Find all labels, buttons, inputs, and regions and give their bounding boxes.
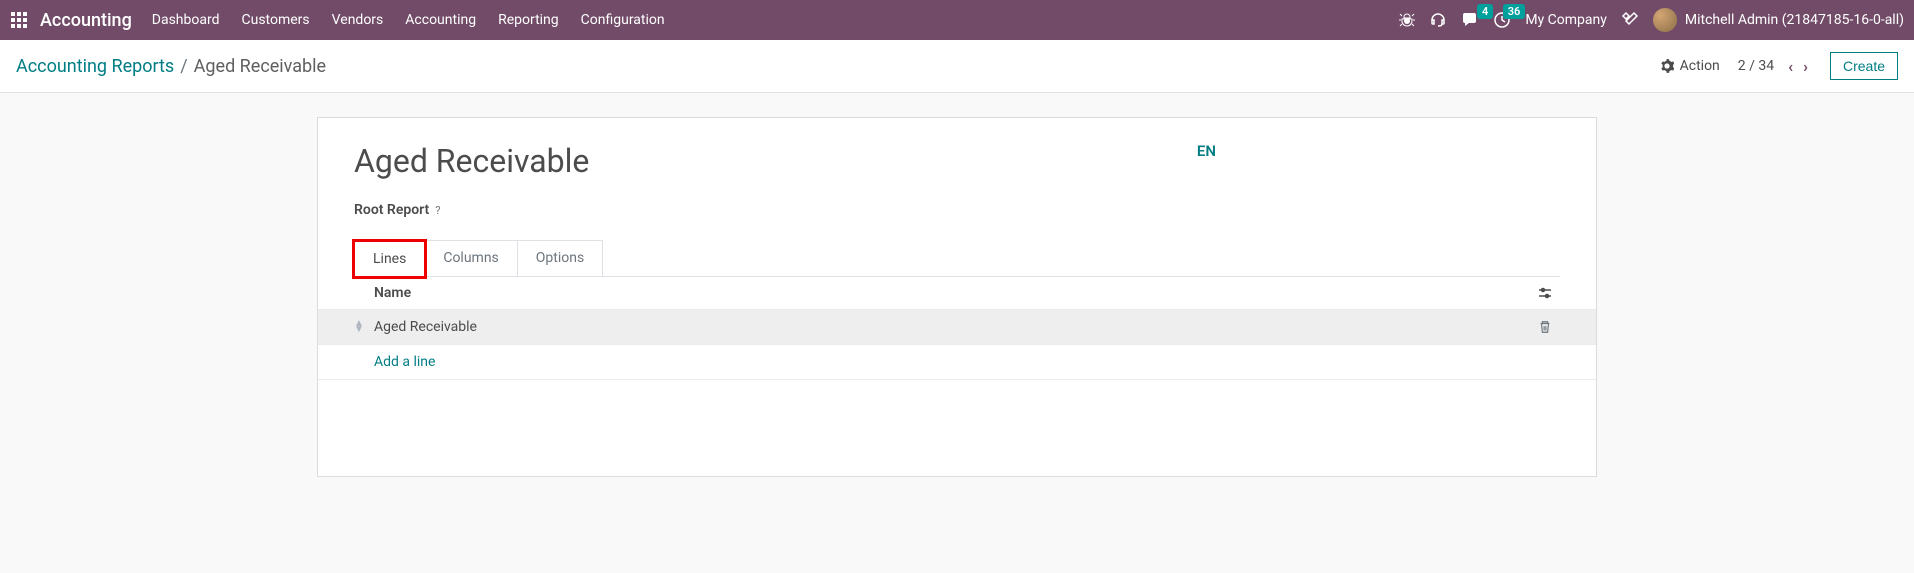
breadcrumb-parent[interactable]: Accounting Reports — [16, 56, 174, 77]
messages-badge: 4 — [1477, 4, 1493, 19]
main-menu: Dashboard Customers Vendors Accounting R… — [152, 12, 1400, 28]
pager-prev-icon[interactable]: ‹ — [1784, 57, 1797, 76]
page-title: Aged Receivable — [354, 142, 1560, 180]
tab-columns[interactable]: Columns — [424, 240, 517, 276]
drag-handle-icon[interactable]: ▲▼ — [354, 321, 374, 333]
create-button[interactable]: Create — [1830, 52, 1898, 80]
pager-next-icon[interactable]: › — [1799, 57, 1812, 76]
delete-row-icon[interactable] — [1530, 320, 1560, 334]
company-switcher[interactable]: My Company — [1525, 12, 1607, 28]
sheet-wrap: EN Aged Receivable Root Report ? Lines C… — [0, 93, 1914, 501]
breadcrumb-current: Aged Receivable — [194, 56, 326, 77]
lines-list: Name ▲▼ Aged Receivable Add a line — [318, 277, 1596, 418]
root-report-label: Root Report — [354, 202, 429, 218]
messages-icon[interactable]: 4 — [1461, 11, 1479, 29]
user-menu[interactable]: Mitchell Admin (21847185-16-0-all) — [1653, 8, 1904, 32]
support-icon[interactable] — [1429, 11, 1447, 29]
apps-icon[interactable] — [10, 11, 28, 29]
action-button[interactable]: Action — [1660, 58, 1720, 74]
table-row[interactable]: ▲▼ Aged Receivable — [318, 310, 1596, 345]
list-header: Name — [318, 277, 1596, 310]
activities-badge: 36 — [1503, 4, 1526, 19]
lang-pill[interactable]: EN — [1197, 142, 1216, 160]
control-bar: Accounting Reports / Aged Receivable Act… — [0, 40, 1914, 93]
menu-configuration[interactable]: Configuration — [581, 12, 665, 28]
breadcrumb: Accounting Reports / Aged Receivable — [16, 56, 326, 77]
menu-accounting[interactable]: Accounting — [405, 12, 476, 28]
topbar-right: 4 36 My Company Mitchell Admin (21847185… — [1399, 8, 1904, 32]
col-settings-icon[interactable] — [1530, 285, 1560, 301]
add-line-row[interactable]: Add a line — [318, 345, 1596, 380]
tools-icon[interactable] — [1621, 11, 1639, 29]
activities-icon[interactable]: 36 — [1493, 11, 1511, 29]
menu-vendors[interactable]: Vendors — [332, 12, 384, 28]
tab-options[interactable]: Options — [517, 240, 603, 276]
empty-row — [318, 380, 1596, 418]
pager-value[interactable]: 2 / 34 — [1738, 58, 1774, 74]
avatar — [1653, 8, 1677, 32]
pager: 2 / 34 ‹ › — [1738, 57, 1812, 76]
menu-reporting[interactable]: Reporting — [498, 12, 559, 28]
row-name: Aged Receivable — [374, 319, 1530, 335]
action-label: Action — [1680, 58, 1720, 74]
control-right: Action 2 / 34 ‹ › Create — [1660, 52, 1898, 80]
menu-customers[interactable]: Customers — [242, 12, 310, 28]
root-report-field: Root Report ? — [354, 202, 1560, 218]
add-line-label: Add a line — [374, 354, 1530, 370]
app-title[interactable]: Accounting — [40, 10, 132, 31]
help-icon[interactable]: ? — [435, 204, 440, 217]
tab-lines[interactable]: Lines — [354, 241, 425, 277]
tabs: Lines Columns Options — [354, 240, 1560, 277]
gear-icon — [1660, 59, 1674, 73]
menu-dashboard[interactable]: Dashboard — [152, 12, 220, 28]
form-sheet: EN Aged Receivable Root Report ? Lines C… — [317, 117, 1597, 477]
user-name: Mitchell Admin (21847185-16-0-all) — [1685, 12, 1904, 28]
breadcrumb-sep: / — [180, 56, 187, 77]
debug-icon[interactable] — [1399, 12, 1415, 28]
topbar: Accounting Dashboard Customers Vendors A… — [0, 0, 1914, 40]
col-name: Name — [374, 285, 1530, 301]
